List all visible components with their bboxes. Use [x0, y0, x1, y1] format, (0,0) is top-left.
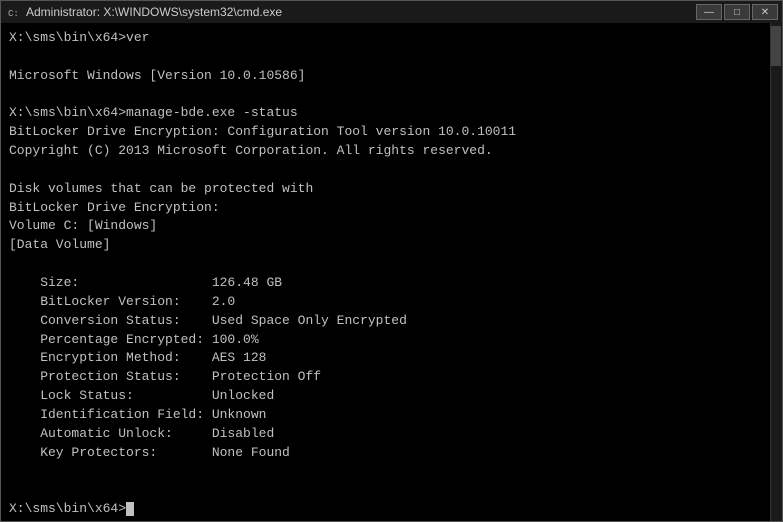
terminal-line: BitLocker Drive Encryption: Configuratio… — [9, 123, 774, 142]
terminal-line — [9, 48, 774, 67]
terminal-line: X:\sms\bin\x64> — [9, 500, 774, 519]
terminal-line — [9, 462, 774, 481]
close-button[interactable]: ✕ — [752, 4, 778, 20]
terminal-content: X:\sms\bin\x64>ver Microsoft Windows [Ve… — [9, 29, 774, 519]
scrollbar-thumb[interactable] — [771, 26, 781, 66]
terminal-line: Percentage Encrypted: 100.0% — [9, 331, 774, 350]
terminal-line: Conversion Status: Used Space Only Encry… — [9, 312, 774, 331]
terminal-line: Disk volumes that can be protected with — [9, 180, 774, 199]
window-title: Administrator: X:\WINDOWS\system32\cmd.e… — [26, 5, 282, 19]
terminal-line — [9, 161, 774, 180]
terminal-line — [9, 481, 774, 500]
terminal-line: Lock Status: Unlocked — [9, 387, 774, 406]
title-bar-buttons: — □ ✕ — [696, 4, 778, 20]
terminal-line: X:\sms\bin\x64>ver — [9, 29, 774, 48]
scrollbar[interactable] — [770, 23, 782, 521]
cursor — [126, 502, 134, 516]
terminal-area[interactable]: X:\sms\bin\x64>ver Microsoft Windows [Ve… — [1, 23, 782, 521]
terminal-line: Automatic Unlock: Disabled — [9, 425, 774, 444]
terminal-line: X:\sms\bin\x64>manage-bde.exe -status — [9, 104, 774, 123]
cmd-window: C: Administrator: X:\WINDOWS\system32\cm… — [0, 0, 783, 522]
title-bar-left: C: Administrator: X:\WINDOWS\system32\cm… — [5, 4, 282, 20]
terminal-line: Size: 126.48 GB — [9, 274, 774, 293]
terminal-line: Encryption Method: AES 128 — [9, 349, 774, 368]
terminal-line: [Data Volume] — [9, 236, 774, 255]
terminal-line: Copyright (C) 2013 Microsoft Corporation… — [9, 142, 774, 161]
cmd-icon: C: — [5, 4, 21, 20]
minimize-button[interactable]: — — [696, 4, 722, 20]
terminal-line: Identification Field: Unknown — [9, 406, 774, 425]
terminal-line — [9, 255, 774, 274]
svg-text:C:: C: — [8, 9, 19, 19]
terminal-line — [9, 86, 774, 105]
terminal-line: Volume C: [Windows] — [9, 217, 774, 236]
terminal-line: BitLocker Drive Encryption: — [9, 199, 774, 218]
terminal-line: Key Protectors: None Found — [9, 444, 774, 463]
terminal-line: Protection Status: Protection Off — [9, 368, 774, 387]
title-bar: C: Administrator: X:\WINDOWS\system32\cm… — [1, 1, 782, 23]
maximize-button[interactable]: □ — [724, 4, 750, 20]
terminal-line: Microsoft Windows [Version 10.0.10586] — [9, 67, 774, 86]
terminal-line: BitLocker Version: 2.0 — [9, 293, 774, 312]
